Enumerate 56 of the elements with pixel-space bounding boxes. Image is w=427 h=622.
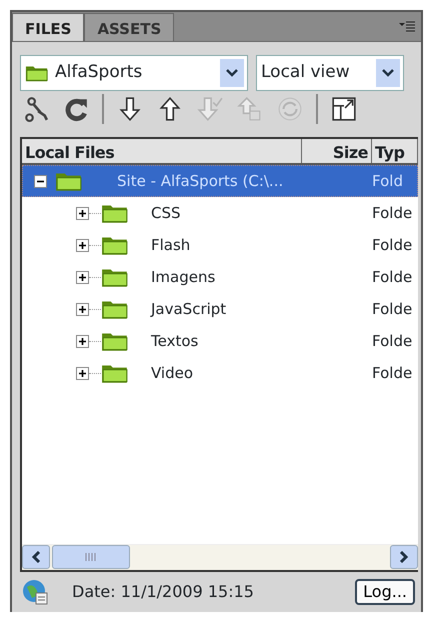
column-header[interactable]: Size xyxy=(302,139,372,163)
expand-toggle[interactable] xyxy=(76,366,89,380)
horizontal-scrollbar[interactable] xyxy=(22,544,418,570)
log-button[interactable]: Log... xyxy=(355,579,415,605)
scroll-thumb[interactable] xyxy=(52,545,130,569)
arrow-up-icon xyxy=(157,96,183,122)
arrow-down-icon xyxy=(117,96,143,122)
file-row[interactable]: Flash Folde xyxy=(22,229,418,261)
site-dropdown[interactable]: AlfaSports xyxy=(20,55,248,91)
file-name: Site - AlfaSports (C:\... xyxy=(116,170,284,192)
chevron-right-icon xyxy=(399,551,409,563)
file-type: Folde xyxy=(372,266,414,288)
file-type: Folde xyxy=(372,330,414,352)
file-name: Imagens xyxy=(150,266,216,288)
column-header[interactable]: Typ xyxy=(372,139,418,163)
expand-toggle[interactable] xyxy=(76,334,89,348)
view-dropdown[interactable]: Local view xyxy=(256,55,404,91)
refresh-icon xyxy=(63,96,89,122)
expand-window-icon xyxy=(331,96,357,122)
date-text: Date: 11/1/2009 15:15 xyxy=(72,581,254,603)
file-row[interactable]: Textos Folde xyxy=(22,325,418,357)
file-name: Flash xyxy=(150,234,192,256)
collapse-toggle[interactable] xyxy=(34,174,47,188)
globe-icon xyxy=(22,579,48,605)
file-row[interactable]: CSS Folde xyxy=(22,197,418,229)
expand-toggle[interactable] xyxy=(76,270,89,284)
expand-toggle[interactable] xyxy=(76,238,89,252)
column-header[interactable]: Local Files xyxy=(22,139,302,163)
file-row[interactable]: Imagens Folde xyxy=(22,261,418,293)
sync-icon xyxy=(277,96,303,122)
arrow-down-check-icon xyxy=(197,96,223,122)
chevron-left-icon xyxy=(31,551,41,563)
file-row[interactable]: Site - AlfaSports (C:\... Fold xyxy=(22,165,418,197)
expand-toggle[interactable] xyxy=(76,302,89,316)
panel-tab[interactable]: ASSETS xyxy=(84,13,174,41)
plug-icon xyxy=(23,96,49,122)
file-name: Video xyxy=(150,362,194,384)
grip-icon xyxy=(84,553,98,561)
file-row[interactable]: JavaScript Folde xyxy=(22,293,418,325)
file-name: Textos xyxy=(150,330,200,352)
panel-tab[interactable]: FILES xyxy=(12,13,84,41)
scroll-right-button[interactable] xyxy=(390,545,418,569)
file-name: JavaScript xyxy=(149,298,228,320)
file-type: Folde xyxy=(372,362,414,384)
panel-menu-icon[interactable] xyxy=(399,21,415,33)
file-type: Fold xyxy=(372,170,404,192)
chevron-down-icon xyxy=(382,69,394,77)
file-type: Folde xyxy=(372,234,414,256)
chevron-down-icon xyxy=(226,69,238,77)
file-name: CSS xyxy=(150,202,182,224)
file-row[interactable]: Video Folde xyxy=(22,357,418,389)
expand-toggle[interactable] xyxy=(76,206,89,220)
arrow-up-lock-icon xyxy=(237,96,263,122)
file-type: Folde xyxy=(372,202,414,224)
scroll-left-button[interactable] xyxy=(22,545,50,569)
file-type: Folde xyxy=(372,298,414,320)
